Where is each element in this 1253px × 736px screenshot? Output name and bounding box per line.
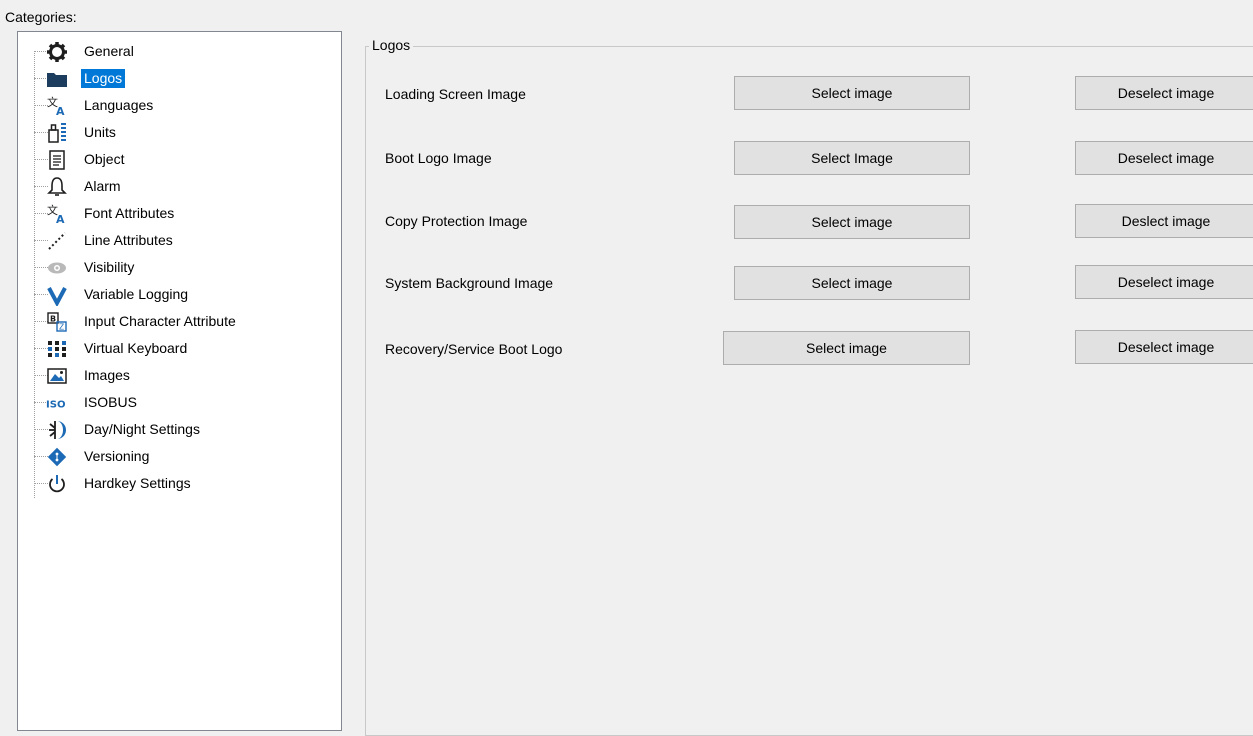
tree-item-label: Logos xyxy=(81,69,126,88)
select-copy-protection-image-button[interactable]: Select image xyxy=(734,205,970,239)
select-loading-screen-image-button[interactable]: Select image xyxy=(734,76,970,110)
deselect-loading-screen-image-button[interactable]: Deselect image xyxy=(1075,76,1253,110)
loading-screen-image-label: Loading Screen Image xyxy=(385,86,526,102)
categories-tree[interactable]: General Logos 文A Languages Units Object xyxy=(17,31,342,731)
keyboard-icon xyxy=(46,338,68,360)
tree-item-label: Line Attributes xyxy=(84,232,173,248)
boot-logo-image-label: Boot Logo Image xyxy=(385,150,492,166)
svg-text:A: A xyxy=(56,105,65,117)
copy-protection-image-label: Copy Protection Image xyxy=(385,213,528,229)
tree-item-day-night-settings[interactable]: Day/Night Settings xyxy=(18,416,338,443)
deselect-system-background-image-button[interactable]: Deselect image xyxy=(1075,265,1253,299)
bell-icon xyxy=(46,176,68,198)
tree-item-label: General xyxy=(84,43,134,59)
eye-icon xyxy=(46,257,68,279)
tree-item-logos[interactable]: Logos xyxy=(18,65,338,92)
tree-item-label: ISOBUS xyxy=(84,394,137,410)
folder-icon xyxy=(46,68,68,90)
git-icon xyxy=(46,446,68,468)
tree-item-versioning[interactable]: Versioning xyxy=(18,443,338,470)
iso-icon: ISO xyxy=(46,392,68,414)
select-boot-logo-image-button[interactable]: Select Image xyxy=(734,141,970,175)
line-icon xyxy=(46,230,68,252)
tree-item-visibility[interactable]: Visibility xyxy=(18,254,338,281)
categories-label: Categories: xyxy=(5,9,77,25)
tree-item-line-attributes[interactable]: Line Attributes xyxy=(18,227,338,254)
deselect-recovery-service-boot-logo-button[interactable]: Deselect image xyxy=(1075,330,1253,364)
tree-item-input-character-attribute[interactable]: BZ Input Character Attribute xyxy=(18,308,338,335)
power-icon xyxy=(46,473,68,495)
tree-item-font-attributes[interactable]: 文A Font Attributes xyxy=(18,200,338,227)
tree-item-general[interactable]: General xyxy=(18,38,338,65)
input-char-icon: BZ xyxy=(46,311,68,333)
tree-item-label: Images xyxy=(84,367,130,383)
units-icon xyxy=(46,122,68,144)
svg-text:ISO: ISO xyxy=(46,400,66,411)
gear-icon xyxy=(46,41,68,63)
day-night-icon xyxy=(46,419,68,441)
tree-item-label: Units xyxy=(84,124,116,140)
tree-item-label: Visibility xyxy=(84,259,135,275)
tree-item-isobus[interactable]: ISO ISOBUS xyxy=(18,389,338,416)
tree-item-label: Virtual Keyboard xyxy=(84,340,188,356)
deselect-copy-protection-image-button[interactable]: Deslect image xyxy=(1075,204,1253,238)
font-icon: 文A xyxy=(46,203,68,225)
tree-item-languages[interactable]: 文A Languages xyxy=(18,92,338,119)
tree-item-label: Variable Logging xyxy=(84,286,189,302)
tree-item-units[interactable]: Units xyxy=(18,119,338,146)
tree-item-label: Hardkey Settings xyxy=(84,475,191,491)
tree-item-variable-logging[interactable]: Variable Logging xyxy=(18,281,338,308)
deselect-boot-logo-image-button[interactable]: Deselect image xyxy=(1075,141,1253,175)
v-icon xyxy=(46,284,68,306)
tree-item-label: Object xyxy=(84,151,125,167)
select-system-background-image-button[interactable]: Select image xyxy=(734,266,970,300)
tree-item-label: Alarm xyxy=(84,178,121,194)
document-icon xyxy=(46,149,68,171)
tree-item-label: Day/Night Settings xyxy=(84,421,200,437)
svg-text:A: A xyxy=(56,213,65,225)
language-icon: 文A xyxy=(46,95,68,117)
tree-item-label: Versioning xyxy=(84,448,150,464)
tree-item-virtual-keyboard[interactable]: Virtual Keyboard xyxy=(18,335,338,362)
svg-text:Z: Z xyxy=(59,323,64,332)
system-background-image-label: System Background Image xyxy=(385,275,554,291)
recovery-service-boot-logo-label: Recovery/Service Boot Logo xyxy=(385,341,563,357)
logos-group-title: Logos xyxy=(369,37,414,53)
svg-text:B: B xyxy=(50,315,56,324)
select-recovery-service-boot-logo-button[interactable]: Select image xyxy=(723,331,970,365)
tree-item-images[interactable]: Images xyxy=(18,362,338,389)
tree-item-label: Font Attributes xyxy=(84,205,175,221)
tree-item-label: Languages xyxy=(84,97,154,113)
image-icon xyxy=(46,365,68,387)
tree-item-hardkey-settings[interactable]: Hardkey Settings xyxy=(18,470,338,497)
tree-item-object[interactable]: Object xyxy=(18,146,338,173)
tree-item-label: Input Character Attribute xyxy=(84,313,236,329)
tree-item-alarm[interactable]: Alarm xyxy=(18,173,338,200)
